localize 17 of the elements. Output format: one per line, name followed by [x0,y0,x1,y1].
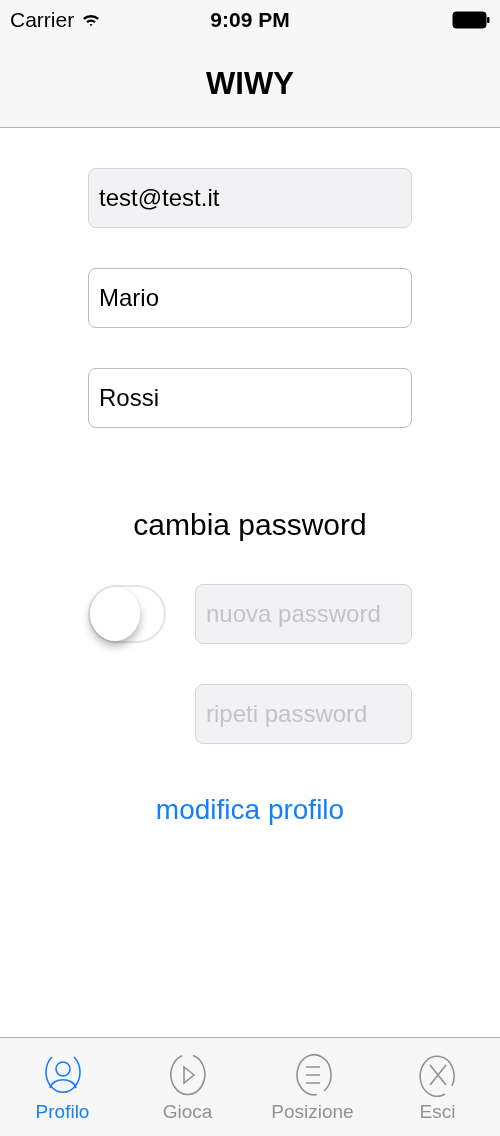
text-field[interactable]: Mario [88,268,412,328]
edit-profile-link[interactable]: modifica profilo [155,794,345,826]
status-time: 9:09 PM [210,8,290,32]
menu-icon [293,1053,332,1097]
play-icon [168,1053,207,1097]
carrier-name: Carrier [10,8,75,32]
wifi-icon [82,13,101,27]
nav-title: WIWY [206,65,294,102]
toggle-switch[interactable] [88,585,166,643]
tab-item[interactable]: Gioca [125,1038,250,1136]
section-label: cambia password [133,508,367,542]
tab-item[interactable]: Esci [375,1038,500,1136]
tab-item[interactable]: Posizione [250,1038,375,1136]
close-icon [418,1053,457,1097]
battery-icon [452,11,490,29]
tab-item[interactable]: Profilo [0,1038,125,1136]
text-field[interactable]: Rossi [88,368,412,428]
